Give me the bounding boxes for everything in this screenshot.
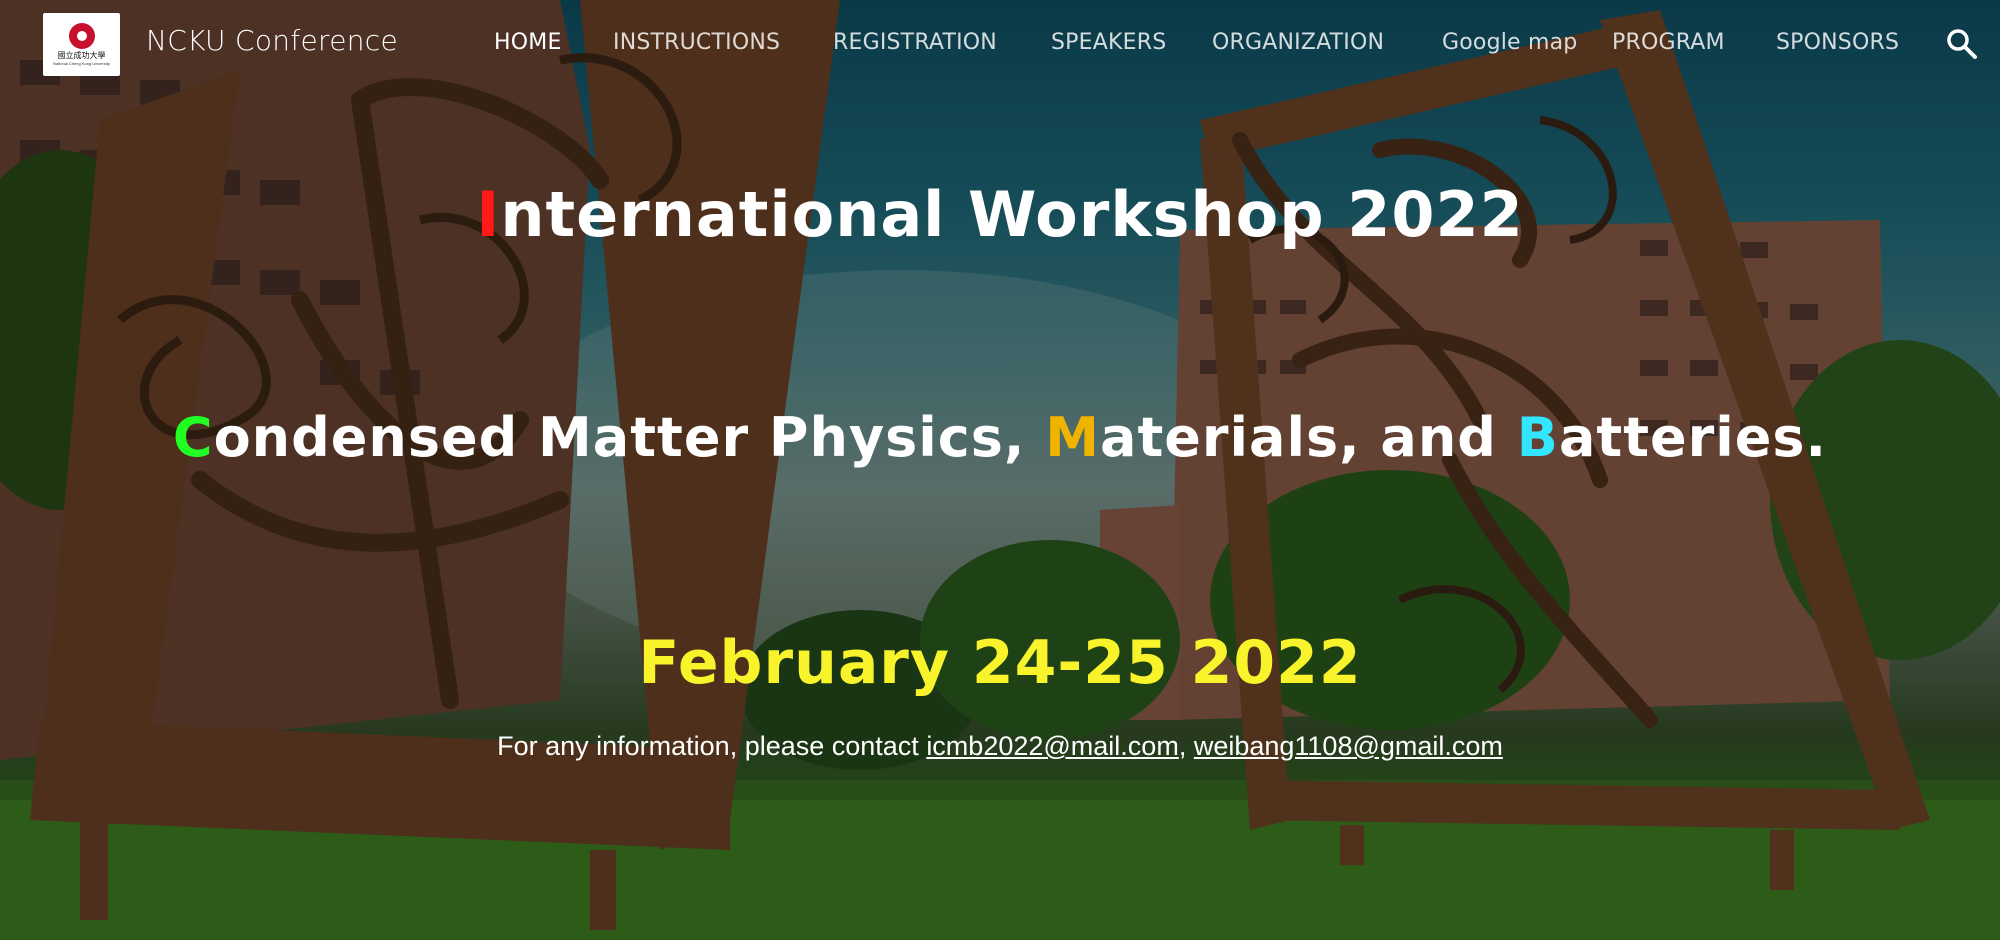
subtitle-condensed-text: ondensed Matter Physics,	[213, 406, 1046, 469]
site-logo[interactable]: 國立成功大學 National Cheng Kung University	[43, 13, 120, 76]
site-title[interactable]: NCKU Conference	[146, 24, 398, 57]
title-rest: nternational Workshop 2022	[500, 178, 1524, 251]
nav-item-home[interactable]: HOME	[494, 30, 562, 55]
nav-item-instructions[interactable]: INSTRUCTIONS	[613, 30, 780, 55]
university-seal-icon	[68, 23, 95, 49]
event-date: February 24-25 2022	[638, 628, 1362, 698]
subtitle-batteries-text: atteries.	[1558, 406, 1828, 469]
title-initial-i: I	[476, 178, 501, 251]
contact-prefix: For any information, please contact	[497, 731, 927, 761]
hero-title: International Workshop 2022	[0, 178, 2000, 251]
subtitle-initial-c: C	[172, 406, 214, 469]
logo-subtext: National Cheng Kung University	[53, 61, 110, 66]
contact-email-link-icmb[interactable]: icmb2022@mail.com	[926, 731, 1179, 761]
nav-item-google-map[interactable]: Google map	[1442, 30, 1577, 55]
subtitle-materials-text: aterials, and	[1100, 406, 1517, 469]
contact-separator: ,	[1178, 731, 1194, 761]
hero-subtitle: Condensed Matter Physics, Materials, and…	[0, 406, 2000, 469]
hero-dark-overlay	[0, 0, 2000, 940]
nav-item-program[interactable]: PROGRAM	[1612, 30, 1725, 55]
nav-item-sponsors[interactable]: SPONSORS	[1776, 30, 1899, 55]
site-header: 國立成功大學 National Cheng Kung University NC…	[0, 0, 2000, 90]
nav-item-organization[interactable]: ORGANIZATION	[1212, 30, 1384, 55]
nav-item-speakers[interactable]: SPEAKERS	[1051, 30, 1166, 55]
search-icon[interactable]	[1945, 27, 1979, 61]
subtitle-initial-b: B	[1516, 406, 1559, 469]
logo-text: 國立成功大學	[57, 51, 106, 60]
nav-item-registration[interactable]: REGISTRATION	[833, 30, 997, 55]
contact-email-link-weibang[interactable]: weibang1108@gmail.com	[1194, 731, 1503, 761]
subtitle-initial-m: M	[1045, 406, 1100, 469]
contact-info: For any information, please contact icmb…	[0, 731, 2000, 762]
